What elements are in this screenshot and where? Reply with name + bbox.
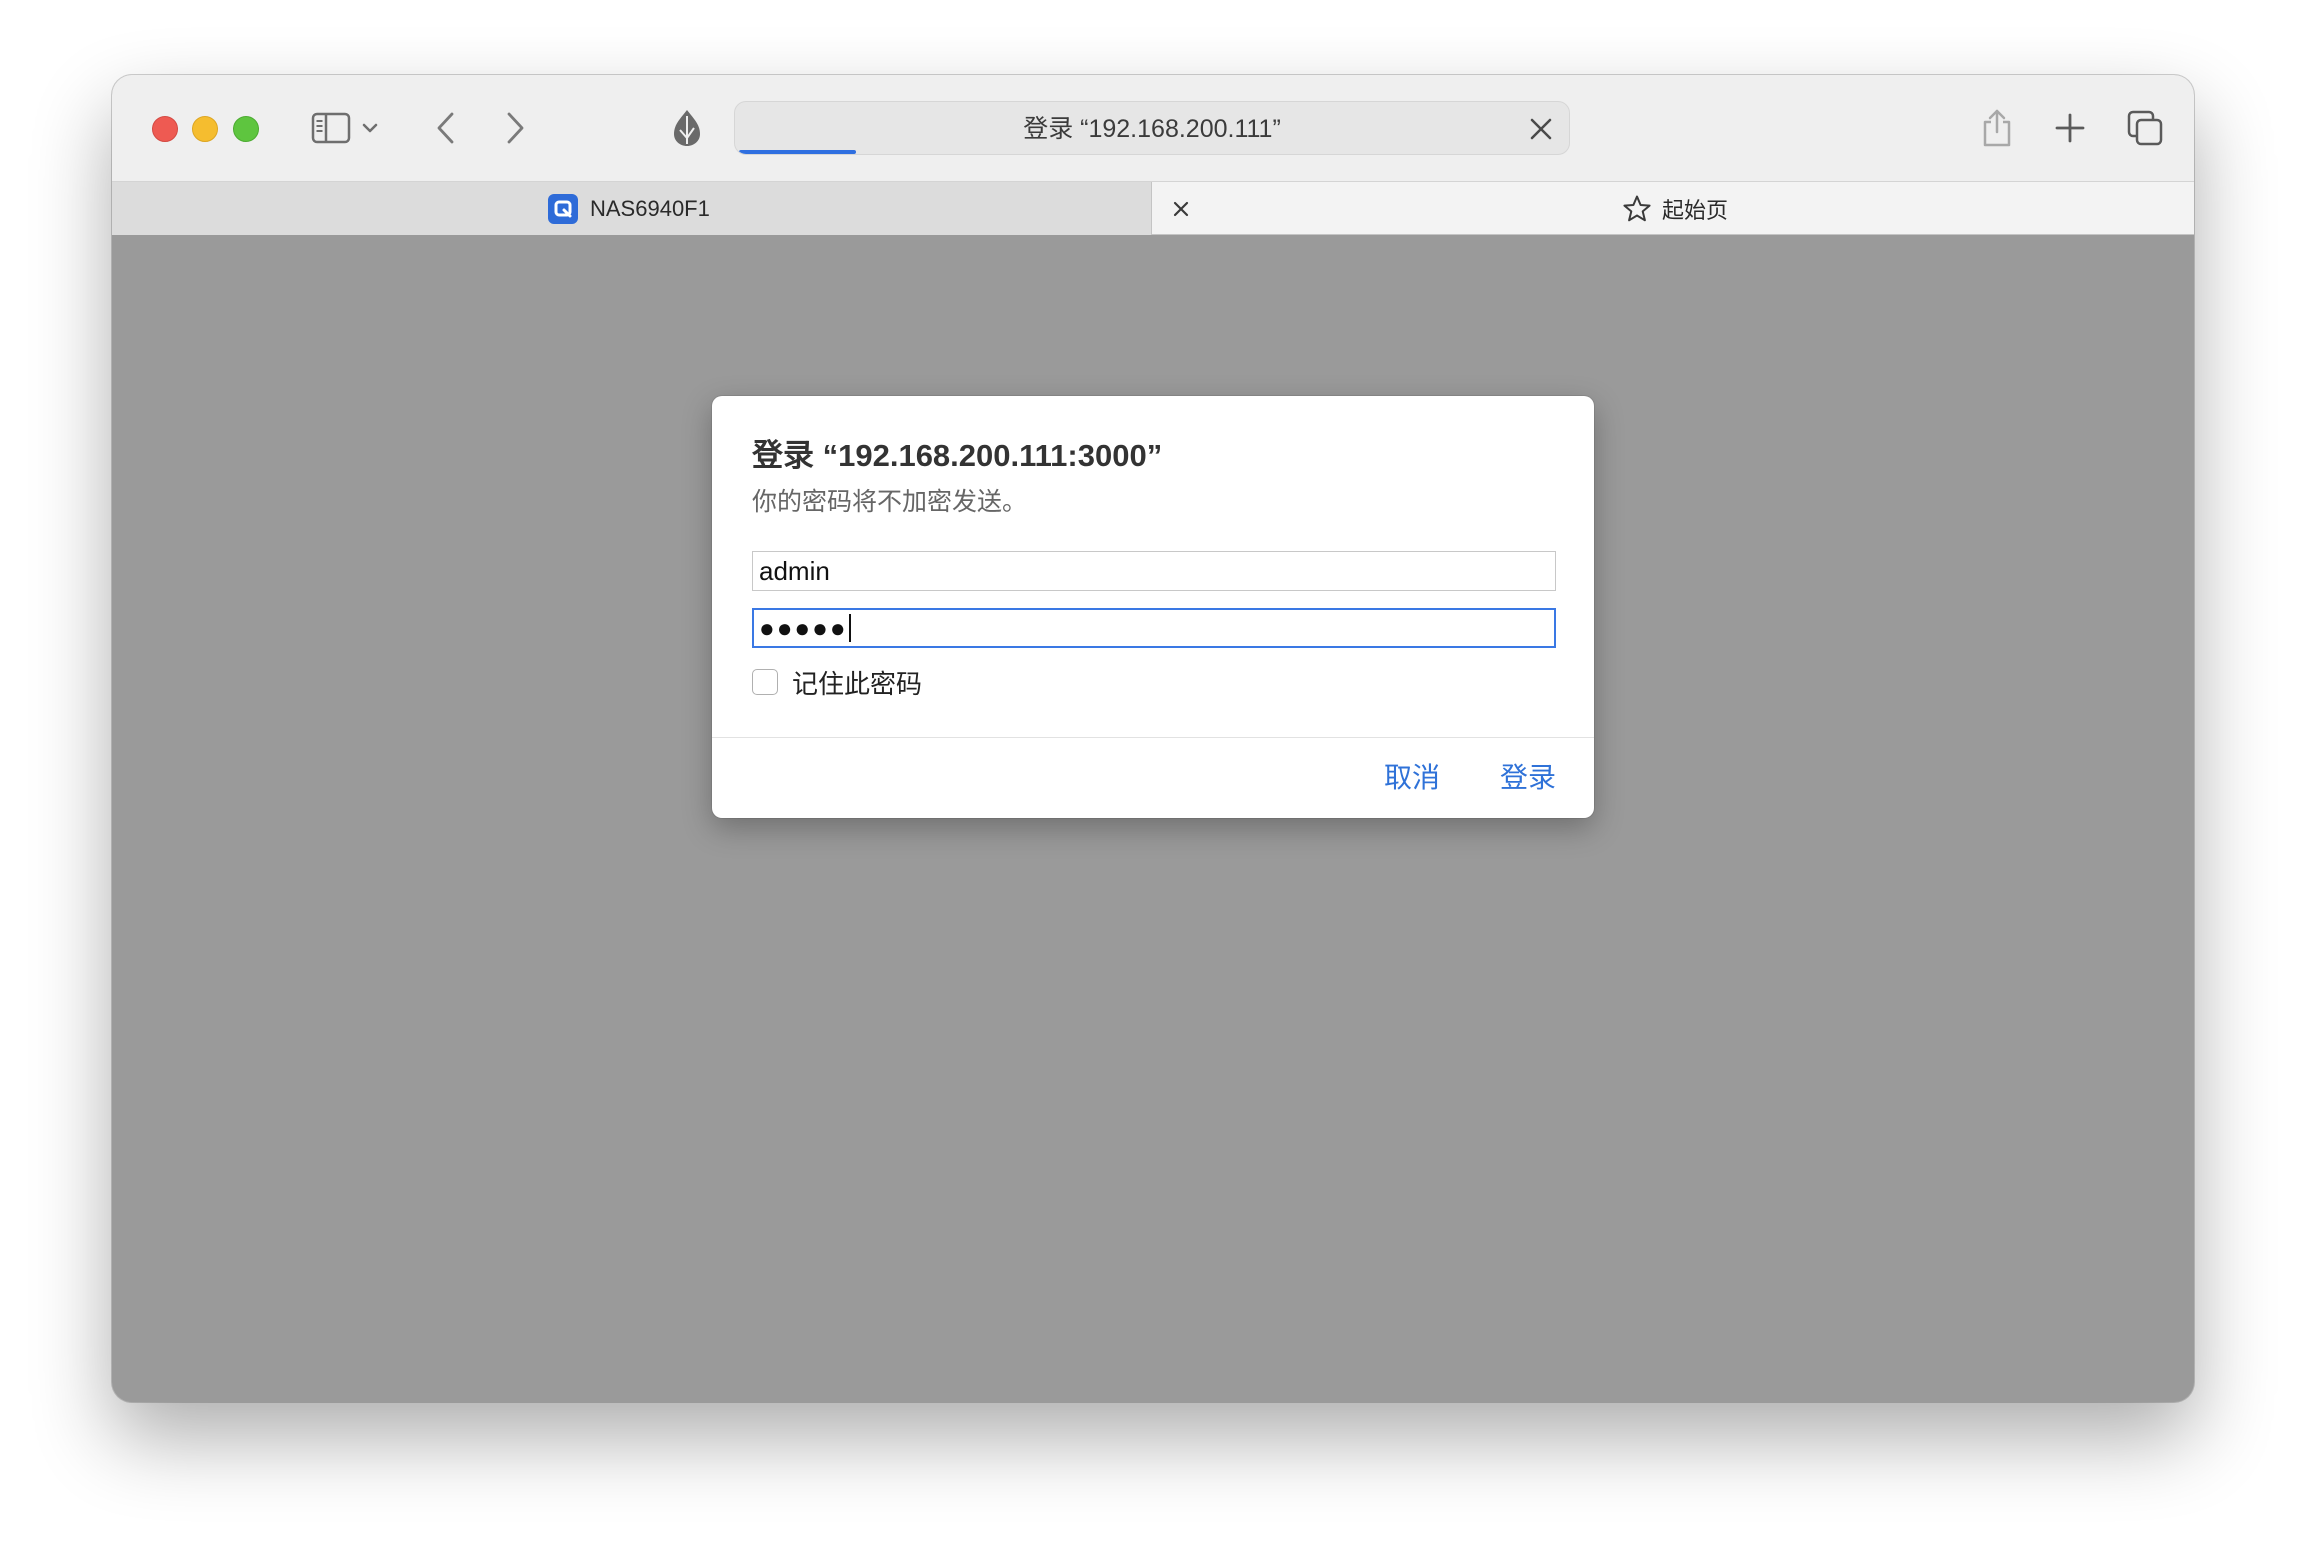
minimize-window-button[interactable]	[192, 116, 218, 142]
address-bar[interactable]: 登录 “192.168.200.111”	[734, 101, 1570, 155]
tab-start-page[interactable]: 起始页	[1622, 182, 1728, 235]
login-dialog: 登录 “192.168.200.111:3000” 你的密码将不加密发送。 ad…	[712, 396, 1594, 818]
tab-label: 起始页	[1662, 193, 1728, 225]
remember-password-row[interactable]: 记住此密码	[752, 665, 922, 699]
browser-window: 登录 “192.168.200.111”	[112, 75, 2194, 1402]
remember-password-label: 记住此密码	[792, 664, 922, 701]
page-load-progress-bar	[739, 150, 856, 154]
remember-password-checkbox[interactable]	[752, 669, 778, 695]
password-field[interactable]: ●●●●●	[752, 608, 1556, 648]
sidebar-icon[interactable]	[304, 101, 358, 155]
browser-toolbar: 登录 “192.168.200.111”	[112, 75, 2194, 181]
zoom-window-button[interactable]	[233, 116, 259, 142]
close-tab-icon[interactable]	[1167, 195, 1195, 223]
username-value: admin	[759, 556, 830, 586]
stop-loading-icon[interactable]	[1527, 115, 1555, 143]
new-tab-icon[interactable]	[2043, 101, 2097, 155]
login-button[interactable]: 登录	[1500, 756, 1556, 800]
text-caret	[849, 614, 851, 642]
dialog-subtitle: 你的密码将不加密发送。	[752, 482, 1027, 518]
dialog-title: 登录 “192.168.200.111:3000”	[752, 430, 1162, 475]
tab-nas6940f1[interactable]: NAS6940F1	[112, 182, 1152, 235]
username-field[interactable]: admin	[752, 551, 1556, 591]
tab-overview-icon[interactable]	[2118, 101, 2172, 155]
password-value: ●●●●●	[759, 613, 848, 643]
dialog-divider	[712, 737, 1594, 738]
tab-label: NAS6940F1	[590, 196, 710, 222]
address-text: 登录 “192.168.200.111”	[735, 102, 1569, 155]
share-icon[interactable]	[1970, 101, 2024, 155]
qnap-favicon-icon	[548, 194, 578, 224]
cancel-button[interactable]: 取消	[1384, 756, 1440, 800]
close-window-button[interactable]	[152, 116, 178, 142]
chevron-down-icon[interactable]	[355, 101, 385, 155]
forward-icon[interactable]	[488, 101, 542, 155]
tab-bar: NAS6940F1 起始页	[112, 181, 2194, 235]
star-icon	[1622, 194, 1652, 224]
privacy-shield-icon[interactable]	[660, 101, 714, 155]
back-icon[interactable]	[419, 101, 473, 155]
